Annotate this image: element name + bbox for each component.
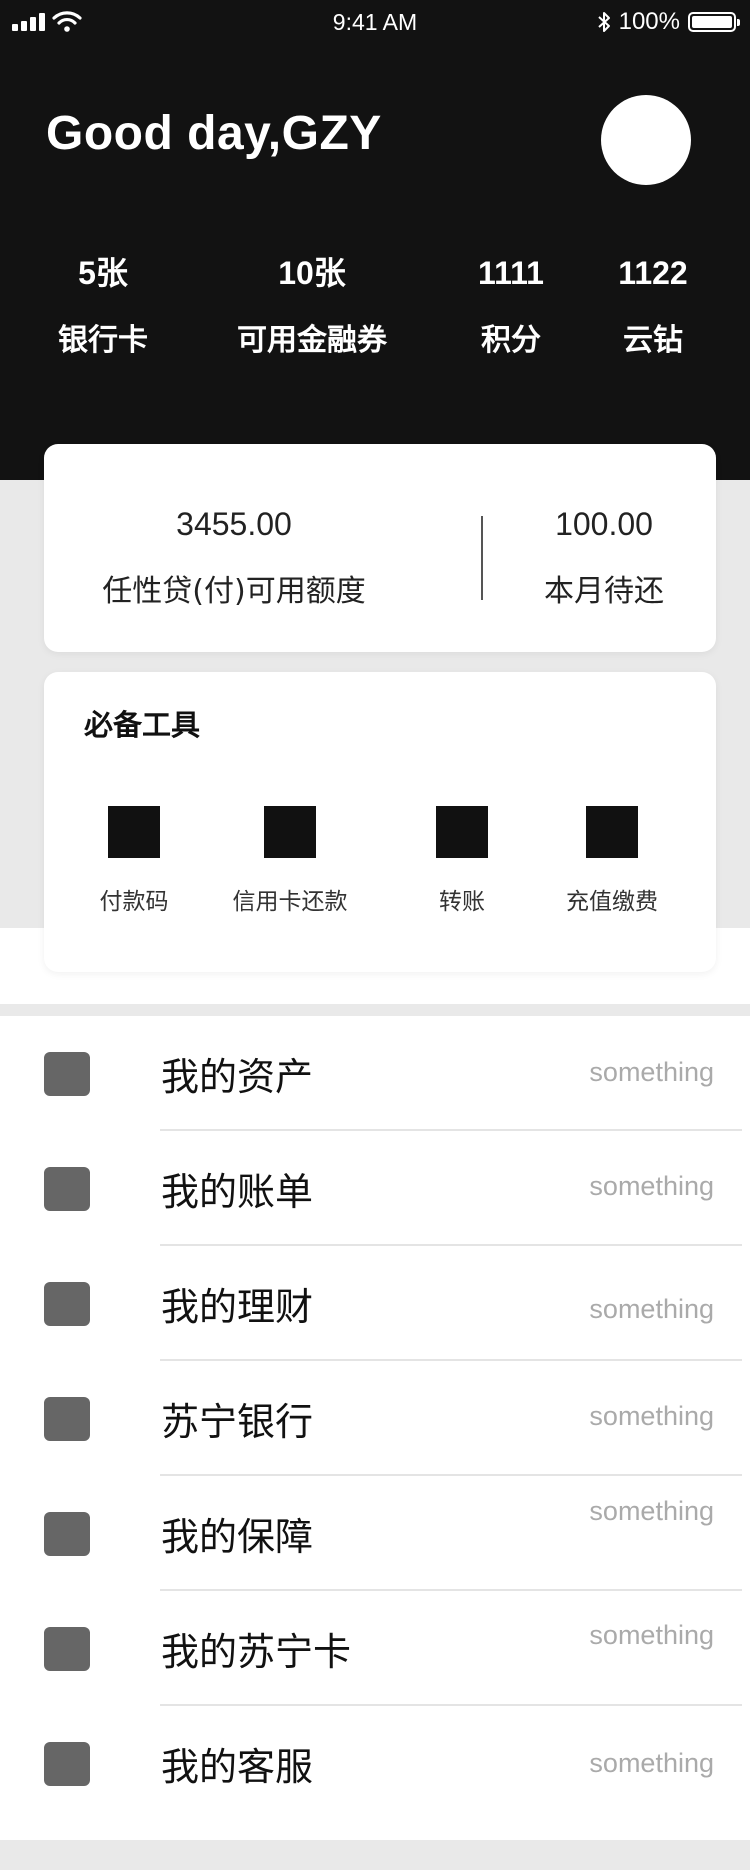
stat-bank-cards[interactable]: 5张 银行卡 <box>48 255 158 359</box>
credit-repay-icon <box>264 806 316 858</box>
list-item-value: something <box>589 1748 714 1778</box>
transfer-icon <box>436 806 488 858</box>
list-item-bills[interactable]: 我的账单 something <box>0 1131 750 1246</box>
assets-icon <box>44 1052 90 1096</box>
list-item-suning-card[interactable]: 我的苏宁卡 something <box>0 1591 750 1706</box>
tool-label: 转账 <box>439 889 485 915</box>
stat-yunzuan[interactable]: 1122 云钻 <box>608 255 698 359</box>
stat-value: 5张 <box>78 255 128 291</box>
due-amount[interactable]: 100.00 <box>504 506 704 543</box>
status-right: 100% <box>597 8 740 36</box>
menu-list: 我的资产 something 我的账单 something 我的理财 somet… <box>0 1016 750 1840</box>
list-item-suning-bank[interactable]: 苏宁银行 something <box>0 1361 750 1476</box>
tool-credit-repay[interactable]: 信用卡还款 <box>220 806 360 916</box>
list-item-insurance[interactable]: 我的保障 something <box>0 1476 750 1591</box>
tools-title: 必备工具 <box>84 708 201 742</box>
available-amount[interactable]: 3455.00 <box>44 506 424 543</box>
insurance-icon <box>44 1512 90 1556</box>
stat-label: 云钻 <box>623 323 683 358</box>
vertical-divider <box>481 516 483 600</box>
list-item-title: 我的资产 <box>161 1055 314 1099</box>
tool-label: 充值缴费 <box>566 889 658 915</box>
list-item-value: something <box>589 1401 714 1431</box>
header: 9:41 AM 100% Good day,GZY 5张 银行卡 10张 可用金… <box>0 0 750 480</box>
list-item-title: 我的客服 <box>161 1745 314 1789</box>
list-item-title: 我的保障 <box>161 1515 314 1559</box>
stat-points[interactable]: 1111 积分 <box>466 255 556 359</box>
stat-coupons[interactable]: 10张 可用金融券 <box>222 255 402 359</box>
list-item-value: something <box>589 1620 714 1650</box>
stat-value: 1122 <box>618 255 688 291</box>
stat-value: 10张 <box>278 255 346 291</box>
bank-icon <box>44 1397 90 1441</box>
bills-icon <box>44 1167 90 1211</box>
tool-label: 信用卡还款 <box>232 889 348 915</box>
card-icon <box>44 1627 90 1671</box>
status-bar: 9:41 AM 100% <box>0 0 750 44</box>
list-item-title: 苏宁银行 <box>161 1400 314 1444</box>
payment-code-icon <box>108 806 160 858</box>
list-item-value: something <box>589 1057 714 1087</box>
greeting-title: Good day,GZY <box>46 107 382 160</box>
tool-transfer[interactable]: 转账 <box>412 806 512 916</box>
list-item-customer-service[interactable]: 我的客服 something <box>0 1706 750 1821</box>
credit-card-panel: 3455.00 任性贷(付)可用额度 100.00 本月待还 <box>44 444 716 652</box>
list-item-value: something <box>589 1496 714 1526</box>
stat-label: 积分 <box>481 323 541 358</box>
available-label: 任性贷(付)可用额度 <box>102 574 366 609</box>
list-item-title: 我的苏宁卡 <box>161 1630 352 1674</box>
avatar[interactable] <box>601 95 691 185</box>
stat-value: 1111 <box>478 255 544 291</box>
page: 9:41 AM 100% Good day,GZY 5张 银行卡 10张 可用金… <box>0 0 750 1870</box>
stat-label: 可用金融券 <box>237 323 387 358</box>
list-item-value: something <box>589 1294 714 1324</box>
bluetooth-icon <box>597 12 610 32</box>
customer-service-icon <box>44 1742 90 1786</box>
list-item-title: 我的账单 <box>161 1170 314 1214</box>
tools-panel: 必备工具 付款码 信用卡还款 转账 充值缴费 <box>44 672 716 972</box>
list-item-value: something <box>589 1171 714 1201</box>
wealth-icon <box>44 1282 90 1326</box>
tool-recharge[interactable]: 充值缴费 <box>552 806 672 916</box>
list-item-title: 我的理财 <box>161 1285 314 1329</box>
list-item-assets[interactable]: 我的资产 something <box>0 1016 750 1131</box>
stat-label: 银行卡 <box>58 323 148 358</box>
recharge-icon <box>586 806 638 858</box>
battery-percent: 100% <box>618 8 680 35</box>
tool-label: 付款码 <box>99 889 169 915</box>
tool-payment-code[interactable]: 付款码 <box>84 806 184 916</box>
battery-icon <box>688 12 740 32</box>
due-label: 本月待还 <box>544 574 664 609</box>
list-item-wealth[interactable]: 我的理财 something <box>0 1246 750 1361</box>
